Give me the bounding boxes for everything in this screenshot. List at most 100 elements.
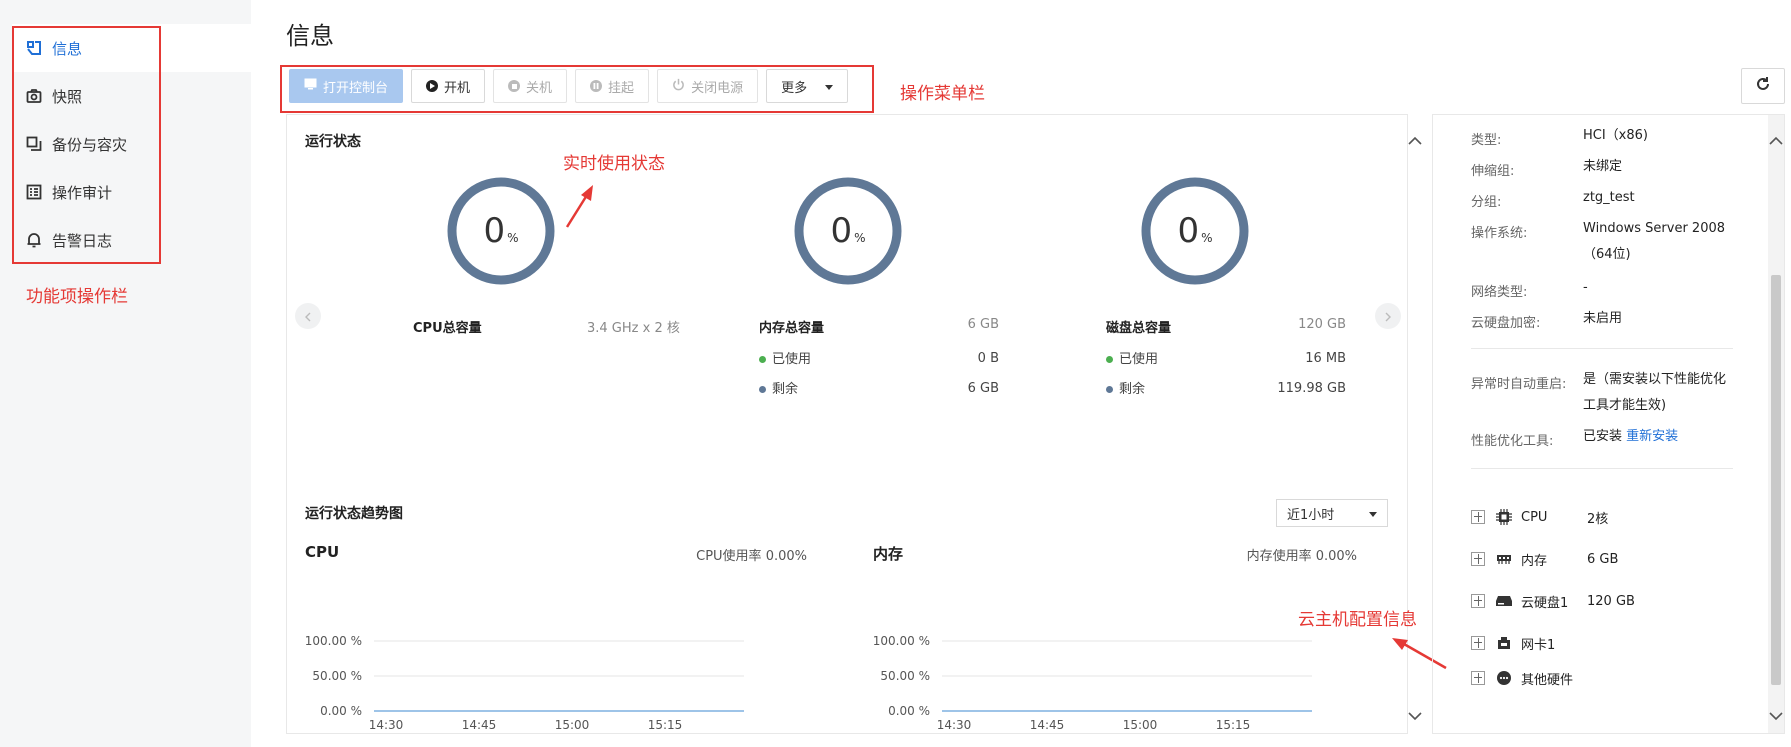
chevron-left-icon [305, 307, 311, 326]
scroll-up-icon[interactable] [1408, 130, 1422, 149]
refresh-icon [1755, 76, 1771, 96]
auto-restart-value-line1: 是（需安装以下性能优化 [1583, 372, 1727, 387]
expand-icon[interactable] [1471, 594, 1485, 608]
network-card-icon [1495, 634, 1513, 652]
details-scrollbar[interactable] [1768, 115, 1784, 733]
memory-capacity-value: 6 GB [967, 317, 999, 332]
y-tick-label: 100.00 % [873, 634, 930, 648]
disk-icon [1495, 592, 1513, 610]
carousel-prev-button[interactable] [295, 303, 321, 329]
cpu-gauge-number: 0 [483, 211, 506, 251]
auto-restart-key: 异常时自动重启: [1471, 377, 1567, 392]
trend-section-title: 运行状态趋势图 [305, 506, 403, 522]
expand-icon[interactable] [1471, 552, 1485, 566]
y-tick-label: 0.00 % [888, 704, 930, 718]
disk-used-label: 已使用 [1106, 348, 1158, 367]
status-panel: 运行状态 0% 0% 0% 实时使用状态 CPU总容量 3.4 GHz x 2 … [286, 114, 1408, 734]
disk-encryption-key: 云硬盘加密: [1471, 316, 1541, 331]
network-type-key: 网络类型: [1471, 285, 1528, 300]
disk-gauge-value: 0% [1140, 211, 1250, 251]
scroll-down-icon[interactable] [1769, 706, 1783, 725]
hardware-annotation: 云主机配置信息 [1298, 610, 1417, 630]
perf-tool-value: 已安装 重新安装 [1583, 424, 1678, 450]
group-key: 分组: [1471, 195, 1502, 210]
disk-capacity-value: 120 GB [1298, 317, 1346, 332]
sidebar-annotation-box [12, 26, 161, 264]
perf-tool-key: 性能优化工具: [1471, 434, 1554, 449]
memory-capacity-label: 内存总容量 [759, 321, 825, 336]
hardware-row-nic[interactable]: 网卡1 [1471, 632, 1587, 654]
memory-free-label: 剩余 [759, 378, 798, 397]
perf-tool-status: 已安装 [1583, 429, 1623, 444]
x-tick-label: 14:45 [462, 718, 497, 732]
os-value-line1: Windows Server 2008 [1583, 221, 1726, 236]
x-tick-label: 15:00 [1123, 718, 1158, 732]
x-tick-label: 15:00 [555, 718, 590, 732]
scaling-group-value: 未绑定 [1583, 159, 1623, 174]
hardware-row-disk[interactable]: 云硬盘1 120 GB [1471, 590, 1635, 612]
divider [1471, 348, 1733, 349]
memory-gauge-number: 0 [830, 211, 853, 251]
y-tick-label: 50.00 % [880, 669, 930, 683]
hardware-name: CPU [1521, 509, 1548, 525]
hardware-value: 120 GB [1587, 593, 1635, 609]
hardware-name: 云硬盘1 [1521, 595, 1569, 611]
hardware-row-other[interactable]: 其他硬件 [1471, 667, 1587, 689]
memory-gauge-unit: % [854, 231, 866, 245]
network-type-value: - [1583, 280, 1588, 295]
memory-free-text: 剩余 [772, 382, 799, 397]
refresh-button[interactable] [1741, 68, 1785, 104]
expand-icon[interactable] [1471, 636, 1485, 650]
expand-icon[interactable] [1471, 671, 1485, 685]
cpu-gauge-unit: % [507, 231, 519, 245]
page-title: 信息 [286, 22, 334, 50]
scroll-up-icon[interactable] [1769, 130, 1783, 149]
x-tick-label: 14:45 [1030, 718, 1065, 732]
more-dots-icon [1495, 669, 1513, 687]
time-range-value: 近1小时 [1287, 507, 1335, 523]
x-tick-label: 15:15 [648, 718, 683, 732]
scaling-group-key: 伸缩组: [1471, 164, 1515, 179]
os-key: 操作系统: [1471, 226, 1528, 241]
cpu-chart-title: CPU [305, 543, 340, 561]
memory-chart-title: 内存 [873, 545, 904, 563]
status-section-title: 运行状态 [305, 134, 361, 150]
memory-gauge-value: 0% [793, 211, 903, 251]
details-panel: 类型: HCI（x86) 伸缩组: 未绑定 分组: ztg_test 操作系统:… [1432, 114, 1785, 734]
reinstall-link[interactable]: 重新安装 [1626, 429, 1678, 444]
disk-free-text: 剩余 [1119, 382, 1146, 397]
y-tick-label: 0.00 % [320, 704, 362, 718]
cpu-gauge-value: 0% [446, 211, 556, 251]
scrollbar-thumb[interactable] [1771, 275, 1781, 685]
memory-icon [1495, 550, 1513, 568]
vm-info-page: 信息 快照 备份与容灾 操作审计 告警日志 功能项操作栏 信息 打开控制台 开机… [0, 0, 1791, 747]
disk-used-text: 已使用 [1119, 352, 1159, 367]
memory-used-value: 0 B [977, 351, 999, 366]
type-value: HCI（x86) [1583, 128, 1648, 143]
memory-used-label: 已使用 [759, 348, 811, 367]
hardware-row-memory[interactable]: 内存 6 GB [1471, 548, 1618, 570]
hardware-name: 其他硬件 [1521, 672, 1574, 688]
carousel-next-button[interactable] [1375, 303, 1401, 329]
expand-icon[interactable] [1471, 510, 1485, 524]
free-bullet-icon [1106, 386, 1113, 393]
x-tick-label: 14:30 [937, 718, 972, 732]
disk-capacity-label: 磁盘总容量 [1106, 321, 1172, 336]
memory-usage-text: 内存使用率 0.00% [1246, 549, 1357, 564]
memory-trend-chart: 100.00 % 50.00 % 0.00 % 14:30 14:45 15:00 15:1… [873, 634, 1312, 732]
hardware-row-cpu[interactable]: CPU 2核 [1471, 506, 1608, 528]
used-bullet-icon [759, 356, 766, 363]
divider [1471, 468, 1733, 469]
free-bullet-icon [759, 386, 766, 393]
chevron-right-icon [1385, 307, 1391, 326]
scroll-down-icon[interactable] [1408, 706, 1422, 725]
disk-encryption-value: 未启用 [1583, 311, 1623, 326]
memory-used-text: 已使用 [772, 352, 812, 367]
auto-restart-value-line2: 工具才能生效) [1583, 398, 1667, 413]
cpu-capacity-value: 3.4 GHz x 2 核 [587, 321, 680, 336]
memory-free-value: 6 GB [967, 381, 999, 396]
status-annotation: 实时使用状态 [563, 154, 665, 174]
time-range-select[interactable]: 近1小时 [1276, 499, 1388, 527]
chip-icon [1495, 508, 1513, 526]
type-key: 类型: [1471, 133, 1502, 148]
